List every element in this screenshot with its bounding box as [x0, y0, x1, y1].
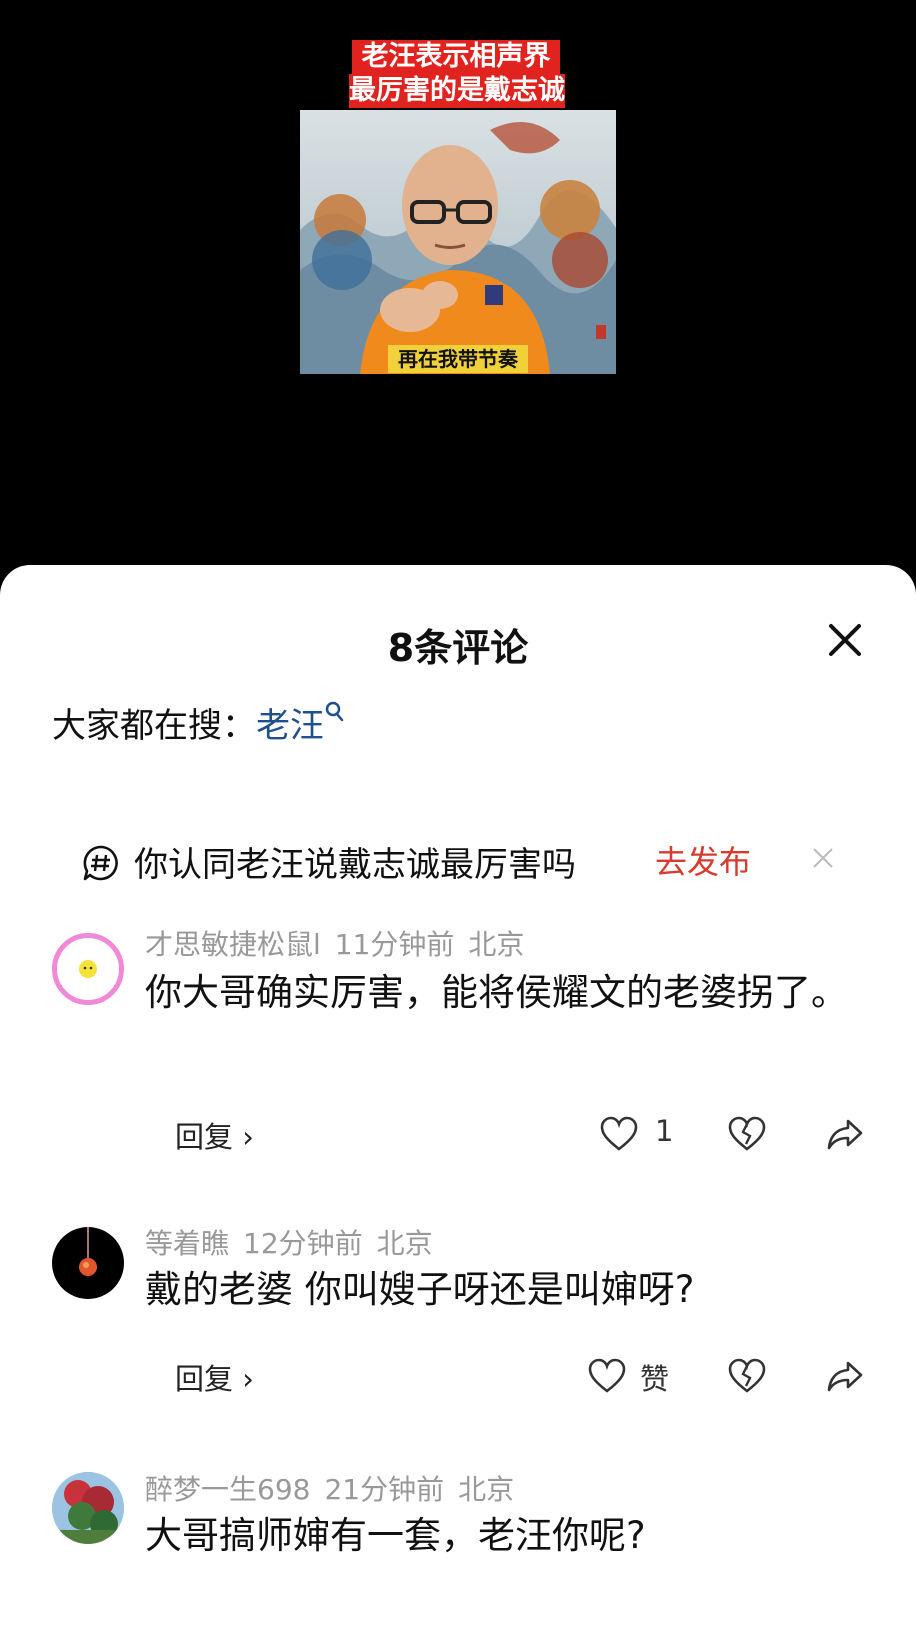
- comment-time: 12分钟前: [243, 1227, 363, 1260]
- avatar[interactable]: [52, 1472, 124, 1544]
- comment-meta: 等着瞧 12分钟前 北京: [145, 1222, 447, 1262]
- comment-text: 戴的老婆 你叫嫂子呀还是叫婶呀?: [145, 1268, 695, 1311]
- avatar-egg-icon: [64, 946, 111, 992]
- dismiss-topic-icon[interactable]: [810, 845, 836, 871]
- search-icon: [325, 701, 344, 722]
- close-button[interactable]: [822, 617, 868, 663]
- avatar[interactable]: [52, 1227, 124, 1299]
- broken-heart-icon[interactable]: [728, 1116, 766, 1152]
- reply-button[interactable]: 回复 ›: [175, 1356, 254, 1398]
- like-button[interactable]: 1: [600, 1110, 674, 1160]
- publish-button[interactable]: 去发布: [655, 837, 751, 883]
- video-thumbnail-image: [300, 122, 616, 374]
- topic-prompt: 你认同老汪说戴志诚最厉害吗 去发布: [82, 837, 852, 887]
- search-suggestion-keyword[interactable]: 老汪: [256, 706, 324, 746]
- search-suggestion-label: 大家都在搜：: [52, 706, 256, 746]
- comment-time: 11分钟前: [334, 928, 455, 961]
- comment-count-title: 8条评论: [387, 626, 529, 670]
- video-subtitle: 再在我带节奏: [388, 345, 528, 373]
- search-suggestion[interactable]: 大家都在搜：老汪: [52, 698, 346, 747]
- comment-username[interactable]: 等着瞧: [145, 1227, 229, 1260]
- comment-location: 北京: [376, 1227, 433, 1260]
- comment-actions: 回复 › 赞: [0, 1352, 916, 1402]
- comment-text: 大哥搞师婶有一套，老汪你呢?: [145, 1514, 646, 1557]
- avatar-ornament-icon: [79, 1227, 97, 1276]
- comment-time: 21分钟前: [324, 1473, 445, 1506]
- comment-username[interactable]: 才思敏捷松鼠l: [145, 928, 321, 961]
- broken-heart-icon[interactable]: [728, 1358, 766, 1394]
- video-frame: 再在我带节奏: [300, 110, 616, 374]
- comment-actions: 回复 › 1: [0, 1110, 916, 1160]
- video-player[interactable]: 老汪表示相声界 最厉害的是戴志诚 再在我带节奏: [0, 0, 916, 580]
- comment-meta: 才思敏捷松鼠l 11分钟前 北京: [145, 923, 538, 963]
- video-title-line-2: 最厉害的是戴志诚: [349, 74, 565, 108]
- comment-text: 你大哥确实厉害，能将侯耀文的老婆拐了。: [145, 971, 848, 1014]
- like-button[interactable]: 赞: [588, 1352, 678, 1402]
- comment-location: 北京: [458, 1473, 515, 1506]
- share-icon[interactable]: [826, 1358, 864, 1394]
- comment-sheet: 8条评论 大家都在搜：老汪 你认同老汪说戴志诚最厉害吗 去发布 才思敏捷松鼠l …: [0, 565, 916, 1648]
- hashtag-bubble-icon: [83, 845, 118, 881]
- topic-text: 你认同老汪说戴志诚最厉害吗: [134, 845, 576, 885]
- video-title-line-1: 老汪表示相声界: [352, 40, 560, 74]
- comment-meta: 醉梦一生698 21分钟前 北京: [145, 1468, 528, 1508]
- avatar-flower-tree-icon: [52, 1472, 124, 1544]
- comment-location: 北京: [468, 928, 525, 961]
- like-count: 1: [655, 1114, 674, 1148]
- reply-button[interactable]: 回复 ›: [175, 1114, 254, 1156]
- share-icon[interactable]: [826, 1116, 864, 1152]
- heart-icon: [600, 1116, 638, 1151]
- avatar[interactable]: [52, 933, 124, 1005]
- heart-icon: [588, 1358, 626, 1393]
- like-label: 赞: [640, 1362, 670, 1396]
- comment-username[interactable]: 醉梦一生698: [145, 1473, 310, 1506]
- close-icon: [829, 624, 861, 656]
